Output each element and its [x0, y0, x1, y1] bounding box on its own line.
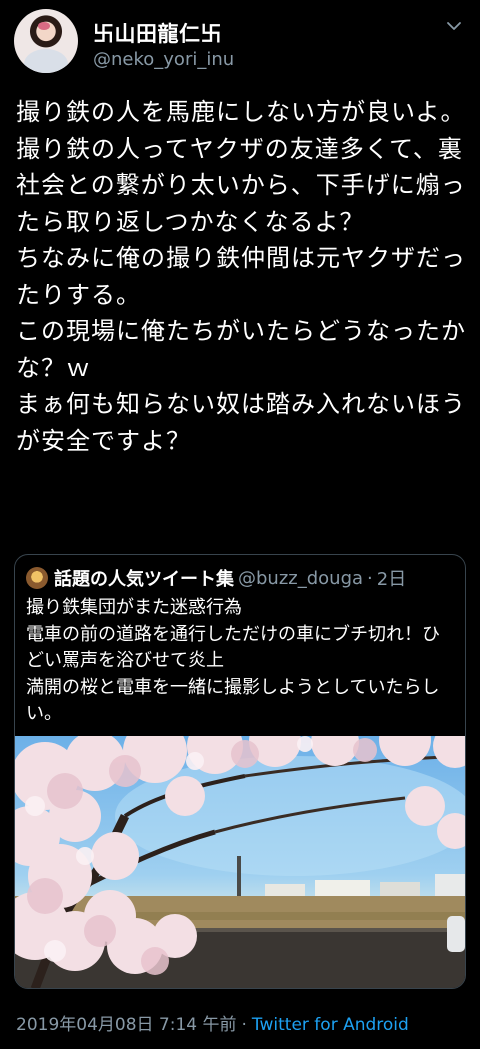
quoted-separator: · — [367, 567, 373, 589]
user-handle[interactable]: @neko_yori_inu — [93, 49, 234, 70]
avatar-accent — [38, 22, 50, 30]
quoted-display-name: 話題の人気ツイート集 — [54, 569, 234, 590]
quoted-media-image[interactable] — [15, 736, 465, 988]
footer-separator: · — [241, 1015, 247, 1035]
quoted-tweet-header: 話題の人気ツイート集 @buzz_douga · 2日 — [26, 565, 406, 590]
tweet-footer: 2019年04月08日 7:14 午前 · Twitter for Android — [16, 1010, 409, 1035]
avatar-shirt — [24, 49, 68, 73]
quoted-user-avatar — [26, 567, 48, 589]
tweet-source-link[interactable]: Twitter for Android — [252, 1015, 409, 1035]
user-avatar[interactable] — [14, 9, 78, 73]
quoted-tweet-text: 撮り鉄集団がまた迷惑行為 電車の前の道路を通行しただけの車にブチ切れ！ひどい罵声… — [26, 597, 440, 724]
quoted-tweet[interactable]: 話題の人気ツイート集 @buzz_douga · 2日 撮り鉄集団がまた迷惑行為 電車… — [14, 554, 466, 989]
tweet-timestamp[interactable]: 2019年04月08日 7:14 午前 — [16, 1015, 237, 1035]
quoted-handle: @buzz_douga — [238, 567, 364, 589]
cherry-blossom-photo — [15, 736, 465, 988]
display-name[interactable]: 卐山田龍仁卐 — [93, 18, 222, 48]
tweet-text: 撮り鉄の人を馬鹿にしない方が良いよ。 撮り鉄の人ってヤクザの友達多くて、裏社会と… — [16, 98, 466, 455]
tweet: 卐山田龍仁卐 @neko_yori_inu 撮り鉄の人を馬鹿にしない方が良いよ。… — [0, 0, 480, 1049]
quoted-age: 2日 — [376, 569, 407, 590]
chevron-down-icon[interactable] — [446, 18, 462, 34]
